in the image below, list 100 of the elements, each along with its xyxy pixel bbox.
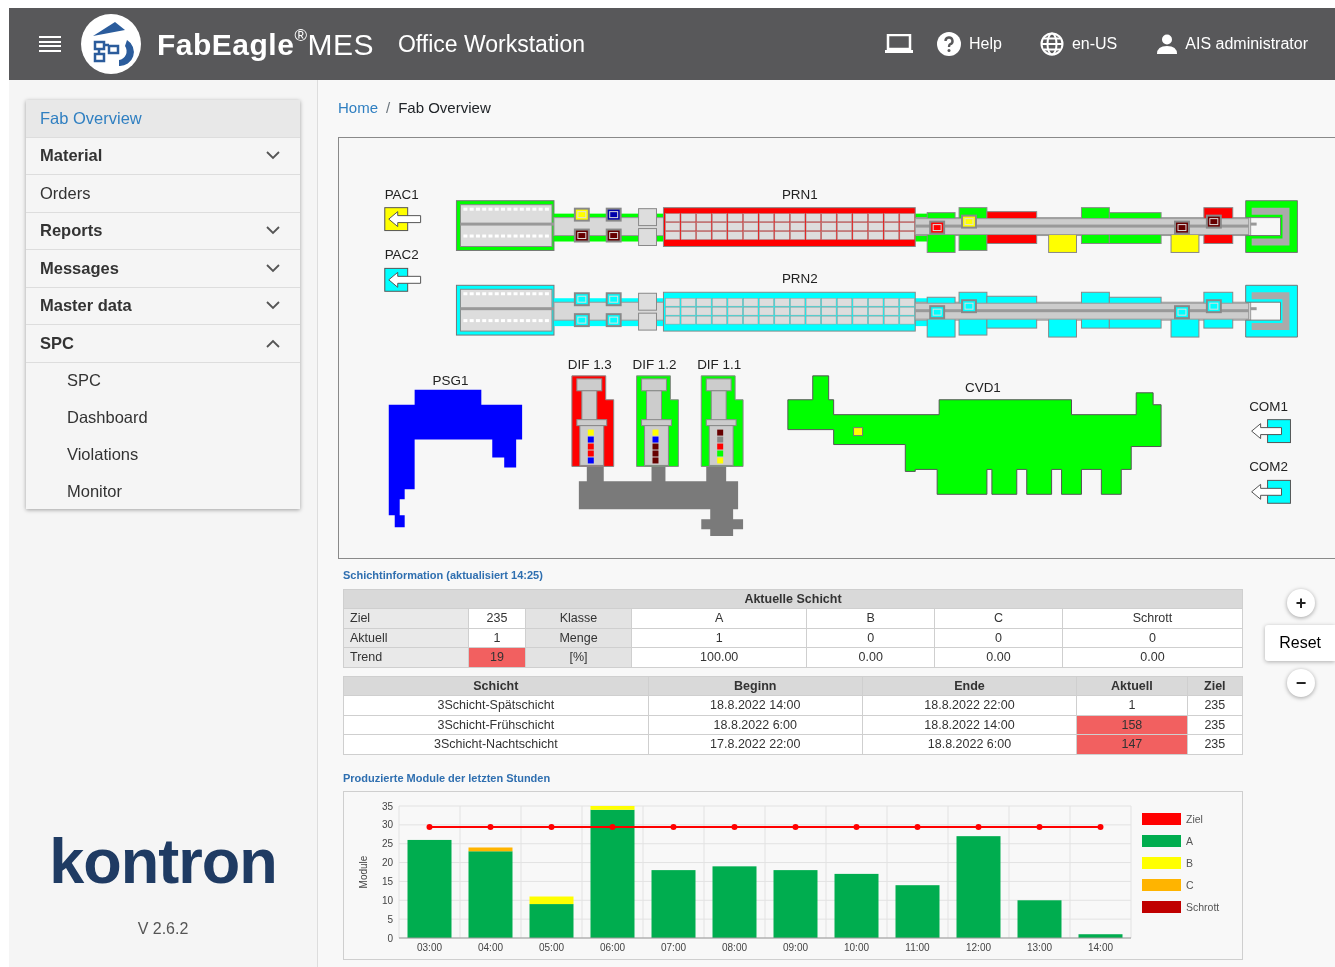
table-cell: 3Schicht-Spätschicht [343,695,649,715]
port-icon[interactable] [1251,479,1291,504]
axis-tick-label: 11:00 [905,942,930,953]
axis-tick-label: 20 [381,857,393,869]
column-header: Ende [862,676,1077,696]
company-logo: kontron [49,830,277,893]
help-link[interactable]: Help [969,32,1002,56]
axis-tick-label: 30 [381,819,393,831]
axis-tick-label: 15 [381,875,393,887]
column-header: Aktuell [1076,676,1188,696]
furnace-drawing[interactable] [571,375,615,467]
menu-icon[interactable] [39,36,61,52]
section-title: Produzierte Module der letzten Stunden [343,770,552,786]
axis-tick-label: 10:00 [844,942,869,953]
user-icon[interactable] [1157,34,1178,54]
axis-tick-label: 14:00 [1088,942,1113,953]
menu-item[interactable]: Master data [26,287,300,325]
legend-label: B [1186,857,1193,869]
zoom-out-button[interactable]: − [1287,669,1315,697]
brand-name: FabEagle$^{®}$MES [157,24,374,63]
axis-tick-label: 5 [387,913,393,925]
chevron-icon [266,226,280,236]
submenu-item[interactable]: Dashboard [26,399,300,436]
table-header: Aktuelle Schicht [343,589,1243,609]
machine-label: DIF 1.3 [567,356,612,372]
bar [651,870,696,938]
legend-label: Schrott [1186,901,1220,913]
help-icon[interactable] [937,32,961,56]
legend-label: Ziel [1186,813,1203,825]
logo-icon [81,14,141,74]
submenu-item[interactable]: Violations [26,435,300,473]
bar [1017,900,1062,938]
version-label: V 2.6.2 [137,919,189,939]
axis-tick-label: 09:00 [783,942,808,953]
axis-tick-label: 25 [381,838,393,850]
machine-label: CVD1 [965,379,1001,395]
axis-tick-label: 10 [381,894,393,906]
machine-label: DIF 1.2 [632,356,677,372]
breadcrumb-current: Fab Overview [398,98,491,119]
submenu-item[interactable]: Monitor [26,472,300,510]
table-cell: Ziel [343,608,469,628]
sensor-icon [853,427,863,437]
axis-title: Module [358,855,369,889]
axis-tick-label: 06:00 [600,942,625,953]
machine-label: PRN2 [781,271,818,287]
port-icon[interactable] [384,267,422,292]
axis-tick-label: 03:00 [417,942,442,953]
bar [895,885,940,938]
chevron-icon [266,263,280,273]
furnace-drawing[interactable] [700,375,744,467]
machine-label: PAC1 [384,186,419,202]
machine-label: PSG1 [432,372,469,388]
menu-item[interactable]: Fab Overview [26,100,300,138]
machine-label: PAC2 [384,247,419,263]
menu-item[interactable]: Reports [26,212,300,250]
menu-item[interactable]: Orders [26,175,300,213]
machine-label: COM1 [1249,398,1288,414]
table-cell: Aktuell [343,628,469,648]
chevron-icon [266,151,280,161]
menu-item[interactable]: SPC [26,325,300,363]
axis-tick-label: 08:00 [722,942,747,953]
axis-tick-label: 07:00 [661,942,686,953]
menu-item[interactable]: Messages [26,250,300,288]
language-selector[interactable]: en-US [1071,32,1118,56]
machine-label: PRN1 [781,186,818,202]
reset-button[interactable]: Reset [1265,625,1335,661]
table-cell: 3Schicht-Nachtschicht [343,734,649,754]
laptop-icon[interactable] [885,34,913,54]
breadcrumb-separator: / [386,98,391,119]
furnace-drawing[interactable] [636,375,679,467]
bar [1078,934,1123,938]
submenu-item[interactable]: SPC [26,362,300,400]
machine-label: COM2 [1249,459,1288,475]
app-title: Office Workstation [397,29,585,59]
column-header: Ziel [1187,676,1243,696]
table-cell: Trend [343,647,469,667]
axis-tick-label: 35 [381,800,393,812]
axis-tick-label: 12:00 [966,942,991,953]
axis-tick-label: 04:00 [478,942,503,953]
production-line-drawing[interactable] [455,284,1298,338]
menu-item[interactable]: Material [26,137,300,175]
machine-drawing[interactable] [388,389,523,528]
section-title: Schichtinformation (aktualisiert 14:25) [343,568,544,583]
zoom-in-button[interactable]: + [1287,589,1315,617]
machine-drawing[interactable] [787,375,1162,495]
chevron-icon [266,338,280,348]
axis-tick-label: 0 [387,932,393,944]
axis-tick-label: 13:00 [1027,942,1052,953]
chevron-icon [266,301,280,311]
globe-icon[interactable] [1039,32,1064,56]
user-menu[interactable]: AIS administrator [1185,32,1308,56]
port-icon[interactable] [384,207,422,232]
column-header: Schicht [343,676,649,696]
production-line-drawing[interactable] [455,200,1298,253]
legend-label: C [1186,879,1194,891]
breadcrumb-link[interactable]: Home [338,97,378,120]
bar [712,866,757,938]
bar [773,870,818,938]
port-icon[interactable] [1251,419,1291,444]
legend-label: A [1186,835,1193,847]
